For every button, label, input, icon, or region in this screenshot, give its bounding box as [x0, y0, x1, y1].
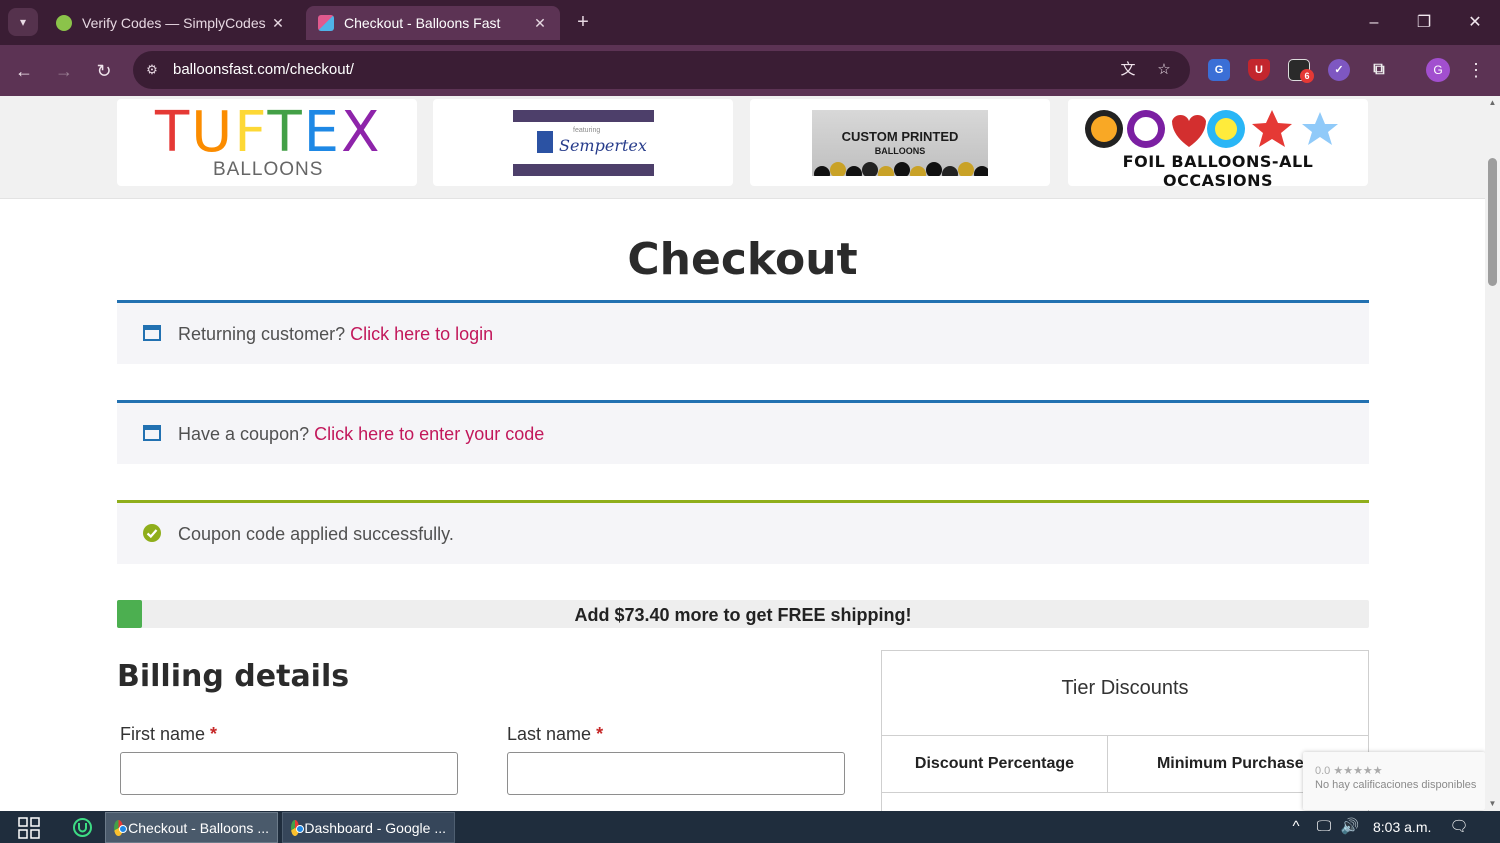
- discount-percentage-header: Discount Percentage: [882, 736, 1108, 792]
- extension-with-badge-icon[interactable]: 6: [1288, 59, 1314, 83]
- first-name-label-text: First name: [120, 724, 206, 744]
- network-icon[interactable]: 🖵: [1313, 817, 1335, 837]
- sempertex-name: Sempertex: [559, 136, 647, 155]
- returning-customer-notice: Returning customer? Click here to login: [117, 300, 1369, 364]
- chrome-icon: [114, 819, 128, 836]
- recaptcha-badge[interactable]: 0.0 ★★★★★ No hay calificaciones disponib…: [1303, 752, 1485, 810]
- coupon-text: Have a coupon? Click here to enter your …: [178, 424, 544, 445]
- taskbar-app-label: Checkout - Balloons ...: [128, 819, 269, 836]
- custom-printed-banner[interactable]: CUSTOM PRINTED BALLOONS: [750, 99, 1050, 186]
- profile-avatar[interactable]: G: [1426, 58, 1450, 82]
- tier-discounts-table: Tier Discounts Discount Percentage Minim…: [881, 650, 1369, 811]
- tab-checkout[interactable]: Checkout - Balloons Fast ✕: [306, 6, 560, 40]
- scroll-down-arrow-icon[interactable]: ▼: [1488, 799, 1497, 809]
- last-name-label-text: Last name: [507, 724, 592, 744]
- coupon-label: Have a coupon?: [178, 424, 310, 444]
- balloonsfast-favicon-icon: [318, 15, 334, 31]
- forward-button[interactable]: →: [50, 57, 78, 85]
- custom-printed-line1: CUSTOM PRINTED: [841, 129, 959, 144]
- simplycodes-favicon-icon: [56, 15, 72, 31]
- tuftex-subtitle: BALLOONS: [213, 159, 324, 180]
- tuftex-logo: TUFTEX: [155, 100, 382, 165]
- taskbar-clock[interactable]: 8:03 a.m.: [1373, 819, 1431, 835]
- tier-table-header: Discount Percentage Minimum Purchase A: [882, 735, 1368, 793]
- close-tab-icon[interactable]: ✕: [270, 15, 286, 32]
- tuftex-banner[interactable]: TUFTEX BALLOONS: [117, 99, 417, 186]
- browser-menu-icon[interactable]: ⋮: [1466, 57, 1486, 83]
- volume-icon[interactable]: 🔊: [1340, 817, 1360, 837]
- sempertex-banner[interactable]: featuring Sempertex: [433, 99, 733, 186]
- simplycodes-extension-icon[interactable]: ✓: [1328, 59, 1350, 81]
- window-icon: [143, 425, 161, 441]
- upwork-icon[interactable]: [73, 818, 92, 837]
- window-icon: [143, 325, 161, 341]
- extension-badge: 6: [1300, 69, 1314, 83]
- returning-customer-label: Returning customer?: [178, 324, 346, 344]
- sempertex-logo: featuring Sempertex: [513, 110, 654, 176]
- recaptcha-rating: 0.0 ★★★★★: [1315, 765, 1383, 777]
- login-link[interactable]: Click here to login: [350, 324, 493, 344]
- tab-title: Verify Codes — SimplyCodes: [82, 15, 266, 31]
- billing-details-title: Billing details: [117, 659, 350, 694]
- required-asterisk: *: [596, 724, 604, 744]
- taskbar-app-dashboard[interactable]: Dashboard - Google ...: [282, 812, 455, 843]
- translate-icon[interactable]: 文: [1118, 60, 1138, 80]
- address-bar[interactable]: ⚙ balloonsfast.com/checkout/ 文 ☆: [133, 51, 1190, 89]
- url-text[interactable]: balloonsfast.com/checkout/: [173, 61, 354, 78]
- last-name-field[interactable]: [507, 752, 845, 795]
- minimize-button[interactable]: –: [1359, 10, 1389, 36]
- last-name-label: Last name *: [507, 724, 603, 745]
- translate-extension-icon[interactable]: G: [1208, 59, 1230, 81]
- foil-balloons-banner[interactable]: FOIL BALLOONS-ALL OCCASIONS: [1068, 99, 1368, 190]
- free-shipping-progress: Add $73.40 more to get FREE shipping!: [117, 600, 1369, 628]
- notifications-icon[interactable]: 🗨: [1448, 817, 1470, 837]
- required-asterisk: *: [210, 724, 218, 744]
- recaptcha-text: No hay calificaciones disponibles: [1315, 779, 1477, 791]
- browser-toolbar: ← → ↻ ⚙ balloonsfast.com/checkout/ 文 ☆ G…: [0, 45, 1500, 96]
- chrome-icon: [291, 819, 305, 836]
- returning-customer-text: Returning customer? Click here to login: [178, 324, 493, 345]
- windows-taskbar: Checkout - Balloons ... Dashboard - Goog…: [0, 811, 1500, 843]
- ublock-extension-icon[interactable]: U: [1248, 59, 1270, 81]
- browser-tab-bar: ▾ Verify Codes — SimplyCodes ✕ Checkout …: [0, 0, 1500, 45]
- free-shipping-text: Add $73.40 more to get FREE shipping!: [574, 605, 912, 625]
- close-window-button[interactable]: ✕: [1460, 10, 1490, 36]
- scrollbar-thumb[interactable]: [1488, 158, 1497, 286]
- brand-banner-strip: TUFTEX BALLOONS featuring Sempertex CUST…: [0, 96, 1485, 199]
- foil-balloons-icon: [1085, 110, 1338, 148]
- coupon-success-text: Coupon code applied successfully.: [178, 524, 454, 544]
- close-tab-icon[interactable]: ✕: [532, 15, 548, 32]
- tab-search-button[interactable]: ▾: [8, 8, 38, 36]
- start-grid-icon[interactable]: [18, 817, 40, 839]
- back-button[interactable]: ←: [10, 57, 38, 85]
- tier-discounts-title: Tier Discounts: [1061, 677, 1189, 699]
- site-settings-icon[interactable]: ⚙: [143, 61, 161, 79]
- sempertex-featuring: featuring: [573, 127, 601, 134]
- restore-button[interactable]: ❐: [1409, 10, 1439, 36]
- check-circle-icon: [143, 524, 161, 542]
- bookmark-star-icon[interactable]: ☆: [1154, 60, 1174, 80]
- taskbar-app-label: Dashboard - Google ...: [304, 819, 446, 836]
- taskbar-app-checkout[interactable]: Checkout - Balloons ...: [105, 812, 278, 843]
- enter-coupon-link[interactable]: Click here to enter your code: [314, 424, 544, 444]
- coupon-notice: Have a coupon? Click here to enter your …: [117, 400, 1369, 464]
- reload-button[interactable]: ↻: [90, 57, 118, 85]
- tab-title: Checkout - Balloons Fast: [344, 15, 501, 31]
- page-title: Checkout: [627, 234, 858, 285]
- betallic-logo-icon: [537, 131, 553, 153]
- new-tab-button[interactable]: +: [570, 10, 596, 36]
- scroll-up-arrow-icon[interactable]: ▲: [1488, 98, 1497, 108]
- foil-balloons-text: FOIL BALLOONS-ALL OCCASIONS: [1122, 152, 1314, 190]
- tab-verify-codes[interactable]: Verify Codes — SimplyCodes ✕: [44, 6, 298, 40]
- page-viewport: TUFTEX BALLOONS featuring Sempertex CUST…: [0, 96, 1485, 811]
- custom-printed-image: CUSTOM PRINTED BALLOONS: [812, 110, 988, 176]
- black-gold-balloons-icon: [814, 162, 988, 176]
- coupon-success-notice: Coupon code applied successfully.: [117, 500, 1369, 564]
- first-name-label: First name *: [120, 724, 217, 745]
- extensions-puzzle-icon[interactable]: ⧉: [1368, 59, 1390, 81]
- custom-printed-text: CUSTOM PRINTED BALLOONS: [812, 130, 988, 158]
- first-name-field[interactable]: [120, 752, 458, 795]
- chevron-up-icon[interactable]: ^: [1286, 817, 1306, 837]
- page-scrollbar[interactable]: ▲ ▼: [1485, 96, 1500, 811]
